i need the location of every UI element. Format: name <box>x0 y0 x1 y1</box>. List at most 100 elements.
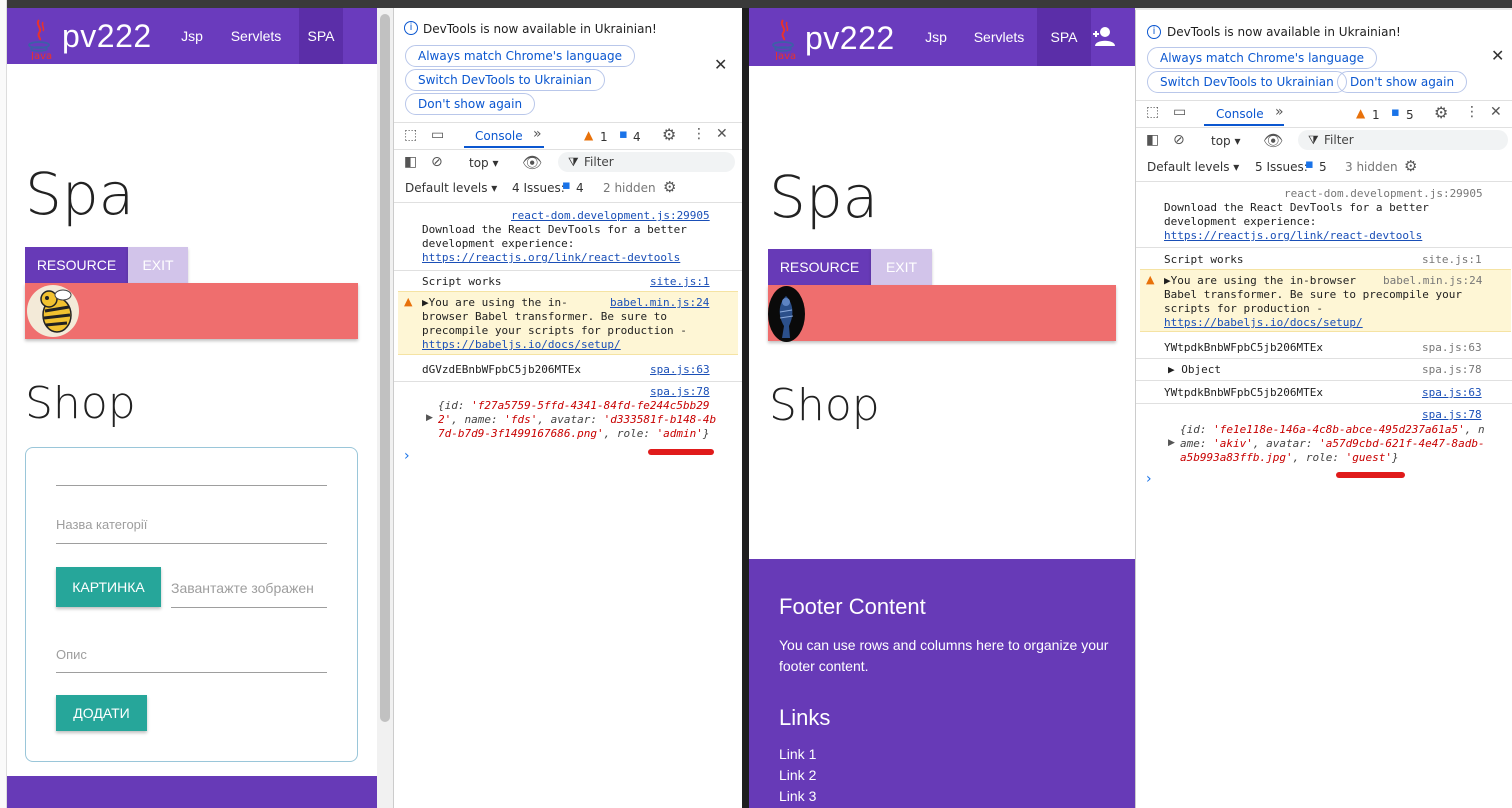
info-icon: i <box>404 21 418 35</box>
dont-show-chip[interactable]: Don't show again <box>405 93 536 115</box>
image-path-field[interactable]: Завантажте зображен <box>171 580 327 596</box>
tab-console[interactable]: Console <box>1216 107 1264 121</box>
nav-spa[interactable]: SPA <box>1037 8 1091 66</box>
close-devtools-icon[interactable]: ✕ <box>1490 104 1502 120</box>
page-scrollbar-thumb[interactable] <box>380 14 390 722</box>
log-object[interactable]: ▶ Object <box>1168 363 1221 377</box>
console-settings-icon[interactable]: ⚙ <box>663 178 676 196</box>
expand-arrow-icon[interactable]: ▶ <box>426 413 433 423</box>
nav-jsp[interactable]: Jsp <box>911 8 961 66</box>
console-prompt-icon[interactable]: › <box>1146 471 1152 487</box>
console-settings-icon[interactable]: ⚙ <box>1404 157 1417 175</box>
issues-count[interactable]: 4 <box>576 181 584 195</box>
name-field[interactable] <box>56 485 327 486</box>
match-language-chip[interactable]: Always match Chrome's language <box>405 45 635 67</box>
clear-console-icon[interactable]: ⊘ <box>1173 132 1185 148</box>
filter-input[interactable]: ⧩ Filter <box>558 152 735 172</box>
more-tabs-icon[interactable]: » <box>533 126 542 142</box>
description-underline <box>56 672 327 673</box>
nav-jsp[interactable]: Jsp <box>167 8 217 64</box>
context-selector[interactable]: top ▾ <box>1211 134 1241 148</box>
log-source[interactable]: spa.js:63 <box>1422 341 1482 354</box>
right-devtools: i DevTools is now available in Ukrainian… <box>1135 10 1512 808</box>
divider <box>1136 403 1512 404</box>
log-link[interactable]: https://reactjs.org/link/react-devtools <box>1164 229 1429 243</box>
log-source[interactable]: site.js:1 <box>650 275 710 288</box>
add-button[interactable]: ДОДАТИ <box>56 695 147 731</box>
log-message: Download the React DevTools for a better… <box>1164 201 1429 243</box>
expand-arrow-icon[interactable]: ▶ <box>1168 438 1175 448</box>
warning-count[interactable]: 1 <box>1372 108 1380 122</box>
inspect-icon[interactable]: ⬚ <box>1146 104 1159 120</box>
footer-link-1[interactable]: Link 1 <box>779 746 816 762</box>
exit-button[interactable]: EXIT <box>871 249 932 285</box>
settings-gear-icon[interactable]: ⚙ <box>662 125 676 144</box>
log-source[interactable]: react-dom.development.js:29905 <box>1284 187 1483 200</box>
log-source[interactable]: react-dom.development.js:29905 <box>511 209 710 222</box>
log-link[interactable]: https://babeljs.io/docs/setup/ <box>1164 316 1462 330</box>
log-source[interactable]: spa.js:78 <box>650 385 710 398</box>
brand-title[interactable]: pv222 <box>62 18 152 55</box>
eye-icon[interactable]: 👁 <box>1263 131 1283 150</box>
match-language-chip[interactable]: Always match Chrome's language <box>1147 47 1377 69</box>
log-source[interactable]: spa.js:63 <box>1422 386 1482 399</box>
levels-dropdown[interactable]: Default levels ▾ <box>405 181 497 195</box>
nav-servlets[interactable]: Servlets <box>221 8 291 64</box>
clear-console-icon[interactable]: ⊘ <box>431 154 443 170</box>
resource-button[interactable]: RESOURCE <box>768 249 871 285</box>
log-source[interactable]: spa.js:78 <box>1422 363 1482 376</box>
sidebar-toggle-icon[interactable]: ◧ <box>404 154 417 170</box>
add-user-icon[interactable] <box>1091 26 1117 48</box>
log-source[interactable]: babel.min.js:24 <box>1383 274 1482 287</box>
brand-title[interactable]: pv222 <box>805 20 895 57</box>
console-prompt-icon[interactable]: › <box>404 448 410 464</box>
warning-count[interactable]: 1 <box>600 130 608 144</box>
context-selector[interactable]: top ▾ <box>469 156 499 170</box>
dont-show-chip[interactable]: Don't show again <box>1337 71 1468 93</box>
log-source[interactable]: spa.js:78 <box>1422 408 1482 421</box>
close-devtools-icon[interactable]: ✕ <box>716 126 728 142</box>
inspect-icon[interactable]: ⬚ <box>404 127 417 143</box>
log-link[interactable]: https://reactjs.org/link/react-devtools <box>422 251 687 265</box>
image-button[interactable]: КАРТИНКА <box>56 567 161 607</box>
footer-link-2[interactable]: Link 2 <box>779 767 816 783</box>
tab-console[interactable]: Console <box>475 129 523 143</box>
switch-language-chip[interactable]: Switch DevTools to Ukrainian <box>405 69 605 91</box>
warning-row: ▲ ▶You are using the in- browser Babel t… <box>398 291 738 355</box>
obj-line: 2', name: 'fds', avatar: 'd333581f-b148-… <box>438 413 716 427</box>
switch-language-chip[interactable]: Switch DevTools to Ukrainian <box>1147 71 1347 93</box>
close-banner-icon[interactable]: ✕ <box>1491 46 1504 65</box>
filter-input[interactable]: ⧩ Filter <box>1298 130 1508 150</box>
nav-spa[interactable]: SPA <box>299 8 343 64</box>
issues-label[interactable]: 4 Issues: <box>512 181 565 195</box>
user-object[interactable]: {id: 'f27a5759-5ffd-4341-84fd-fe244c5bb2… <box>438 399 716 441</box>
role-highlight <box>1336 472 1405 478</box>
message-count[interactable]: 5 <box>1406 108 1414 122</box>
log-source[interactable]: spa.js:63 <box>650 363 710 376</box>
log-source[interactable]: babel.min.js:24 <box>610 296 709 309</box>
log-link[interactable]: https://babeljs.io/docs/setup/ <box>422 338 687 352</box>
device-toggle-icon[interactable]: ▭ <box>1173 104 1186 120</box>
issues-count[interactable]: 5 <box>1319 160 1327 174</box>
kebab-menu-icon[interactable]: ⋮ <box>692 126 706 142</box>
description-field[interactable]: Опис <box>56 647 87 662</box>
device-toggle-icon[interactable]: ▭ <box>431 127 444 143</box>
settings-gear-icon[interactable]: ⚙ <box>1434 103 1448 122</box>
issues-label[interactable]: 5 Issues: <box>1255 160 1308 174</box>
svg-text:Java: Java <box>774 51 796 60</box>
kebab-menu-icon[interactable]: ⋮ <box>1465 104 1479 120</box>
exit-button[interactable]: EXIT <box>128 247 188 283</box>
sidebar-toggle-icon[interactable]: ◧ <box>1146 132 1159 148</box>
levels-dropdown[interactable]: Default levels ▾ <box>1147 160 1239 174</box>
user-object[interactable]: {id: 'fe1e118e-146a-4c8b-abce-495d237a61… <box>1180 423 1485 465</box>
category-name-field[interactable]: Назва категорії <box>56 517 147 532</box>
nav-servlets[interactable]: Servlets <box>965 8 1033 66</box>
close-banner-icon[interactable]: ✕ <box>714 55 727 74</box>
message-count[interactable]: 4 <box>633 130 641 144</box>
log-source[interactable]: site.js:1 <box>1422 253 1482 266</box>
footer-link-3[interactable]: Link 3 <box>779 788 816 804</box>
resource-button[interactable]: RESOURCE <box>25 247 128 283</box>
more-tabs-icon[interactable]: » <box>1275 104 1284 120</box>
log-line: browser Babel transformer. Be sure to <box>422 310 668 323</box>
eye-icon[interactable]: 👁 <box>522 153 542 172</box>
